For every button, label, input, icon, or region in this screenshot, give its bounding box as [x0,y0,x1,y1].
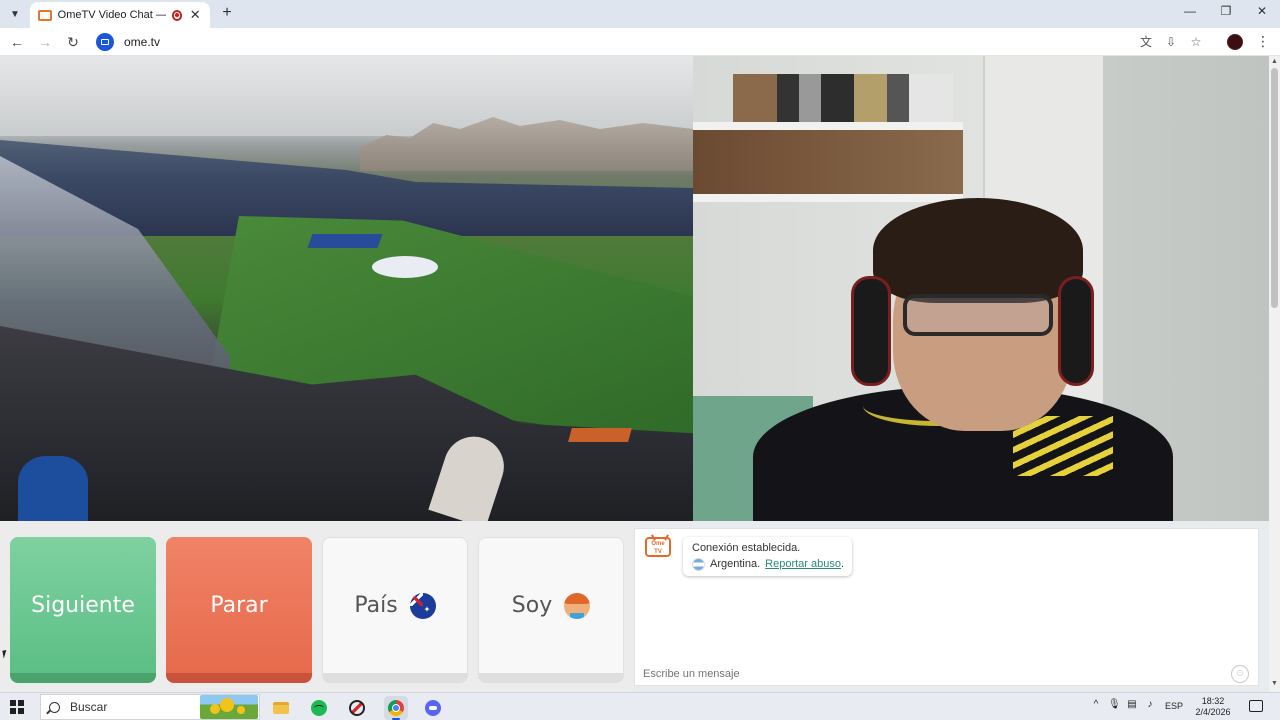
clock-date: 2/4/2026 [1195,707,1231,717]
chrome-icon[interactable] [384,696,408,720]
scroll-down-arrow-icon[interactable]: ▼ [1270,680,1279,687]
partner-country: Argentina. [710,558,761,570]
network-icon[interactable]: ▤ [1126,699,1138,710]
country-filter-button[interactable]: País [322,537,468,683]
video-headset-right [1058,276,1094,386]
chat-message-input[interactable] [634,664,1259,684]
message-period: . [840,558,845,570]
spotify-icon[interactable] [307,696,331,720]
chat-panel: Ome TV Conexión establecida. Argentina. … [634,528,1259,686]
windows-start-icon[interactable] [10,700,24,714]
tab-search-chevron-icon[interactable]: ▼ [6,5,24,23]
search-highlight-image[interactable] [200,695,258,719]
maximize-button[interactable]: ❐ [1216,4,1236,18]
address-bar[interactable]: ome.tv [92,31,1132,53]
system-message: Conexión establecida. Argentina. Reporta… [683,537,853,576]
file-explorer-icon[interactable] [269,696,293,720]
next-button[interactable]: Siguiente [10,537,156,683]
screen: ▼ OmeTV Video Chat — Ome ✕ + — ❐ ✕ ← → ↻… [0,0,1280,720]
video-fan-jersey [18,456,88,521]
country-button-label: País [354,593,398,618]
vpn-icon[interactable] [345,696,369,720]
new-tab-button[interactable]: + [218,4,236,22]
microphone-icon[interactable]: 🎙 [1108,699,1121,710]
search-icon [49,701,60,713]
back-button[interactable]: ← [8,33,26,51]
forward-button[interactable]: → [36,33,54,51]
scroll-thumb[interactable] [1271,68,1278,308]
video-field-banner [307,234,383,248]
video-glasses [903,294,1053,336]
emoji-icon[interactable]: ☺ [1231,665,1249,683]
gender-button-label: Soy [511,593,553,618]
site-info-icon[interactable] [96,33,114,51]
page-scrollbar[interactable]: ▲ ▼ [1269,56,1280,692]
tab-close-icon[interactable]: ✕ [188,7,202,23]
connection-message: Conexión establecida. [692,542,801,554]
reload-button[interactable]: ↻ [64,33,82,51]
browser-tab[interactable]: OmeTV Video Chat — Ome ✕ [30,2,210,28]
argentina-flag-icon [692,557,705,571]
video-field-logo [372,256,438,278]
mouse-cursor-icon [2,649,12,659]
tray-chevron-icon[interactable]: ^ [1090,699,1102,710]
self-video-feed [693,56,1269,528]
video-shelf [693,122,963,130]
australia-flag-icon [409,592,436,619]
browser-toolbar: ← → ↻ ome.tv 文 ⇩ ☆ ⋮ [0,28,1280,56]
ometv-favicon-icon [38,9,52,21]
video-sky [0,56,693,136]
volume-icon[interactable]: ♪ [1144,699,1156,710]
discord-icon[interactable] [421,696,445,720]
tab-strip: ▼ OmeTV Video Chat — Ome ✕ + — ❐ ✕ [0,0,1280,28]
install-app-icon[interactable]: ⇩ [1163,34,1179,50]
taskbar-clock[interactable]: 18:32 2/4/2026 [1189,696,1237,718]
recording-indicator-icon [171,9,183,21]
next-button-label: Siguiente [31,592,135,618]
windows-taskbar: Buscar ^ 🎙 ▤ ♪ ESP 18:32 2/4/2026 [0,692,1280,720]
menu-icon[interactable]: ⋮ [1256,33,1270,50]
translate-icon[interactable]: 文 [1138,34,1154,50]
taskbar-search-label: Buscar [70,700,108,714]
ometv-logo-icon: Ome TV [645,537,671,557]
close-window-button[interactable]: ✕ [1252,4,1272,18]
scroll-up-arrow-icon[interactable]: ▲ [1270,58,1279,65]
video-headset-left [851,276,891,386]
stop-button[interactable]: Parar [166,537,312,683]
gender-select-button[interactable]: Soy [478,537,624,683]
tab-title: OmeTV Video Chat — Ome [57,9,166,21]
report-abuse-link[interactable]: Reportar abuso [765,558,841,570]
video-shelf [693,194,963,202]
url-text: ome.tv [124,35,161,49]
clock-time: 18:32 [1201,696,1225,706]
video-hair [873,198,1083,303]
language-indicator[interactable]: ESP [1163,701,1185,711]
bookmark-star-icon[interactable]: ☆ [1188,34,1204,50]
partner-video-feed [0,56,693,521]
profile-avatar[interactable] [1227,34,1243,50]
video-shelf-items [733,74,953,122]
minimize-button[interactable]: — [1180,4,1200,18]
stop-button-label: Parar [210,592,268,618]
video-flag [568,428,632,442]
notifications-icon[interactable] [1249,700,1263,712]
boy-avatar-icon [564,592,591,619]
video-wood-panel [693,130,963,194]
